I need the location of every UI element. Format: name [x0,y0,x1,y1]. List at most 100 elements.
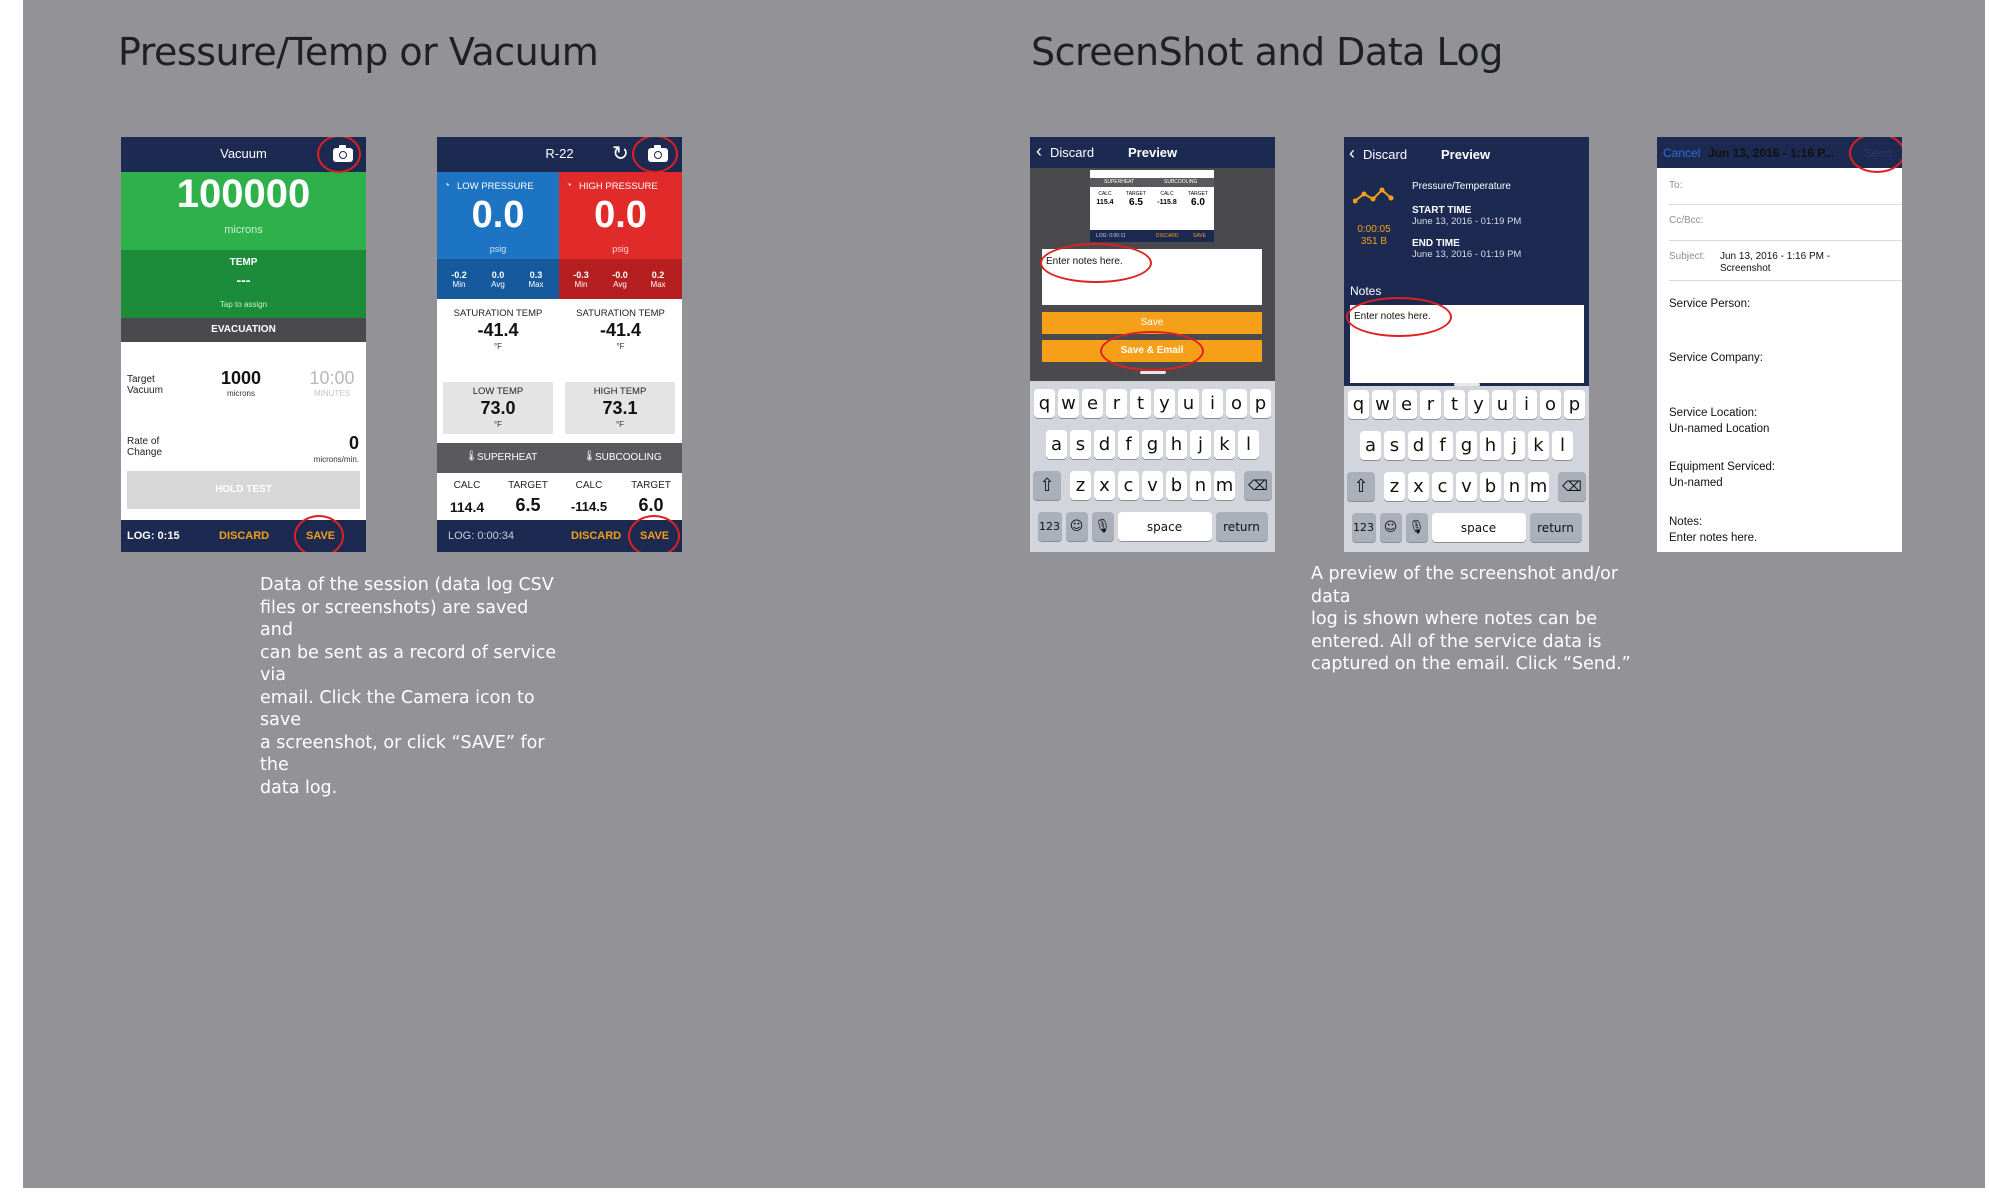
back-chevron-icon[interactable]: ‹ [1349,143,1355,164]
discard-button[interactable]: Discard [1050,145,1094,160]
space-key[interactable]: space [1431,513,1526,542]
key[interactable]: h [1480,431,1501,460]
high-temp-box[interactable]: HIGH TEMP 73.1 °F [565,382,675,434]
key[interactable]: p [1250,389,1271,418]
key[interactable]: t [1130,389,1151,418]
key[interactable]: d [1408,431,1429,460]
key[interactable]: z [1384,472,1405,501]
key[interactable]: c [1432,472,1453,501]
key[interactable]: a [1360,431,1381,460]
microphone-key-icon[interactable]: 🎙 [1091,512,1114,541]
discard-button[interactable]: DISCARD [571,530,621,542]
key[interactable]: f [1118,430,1139,459]
key[interactable]: s [1384,431,1405,460]
key[interactable]: l [1238,430,1259,459]
emoji-key-icon[interactable]: ☺ [1379,513,1402,542]
discard-button[interactable]: Discard [1363,147,1407,162]
target-vacuum-value[interactable]: 1000 [211,368,271,389]
notes-field[interactable]: Enter notes here. [1350,305,1584,383]
key[interactable]: v [1142,471,1163,500]
key[interactable]: n [1504,472,1525,501]
key[interactable]: w [1372,390,1393,419]
refrigerant-title[interactable]: R-22 [437,146,682,161]
key[interactable]: q [1034,389,1055,418]
key[interactable]: m [1528,472,1549,501]
low-pressure-label: LOW PRESSURE [457,181,534,192]
hold-test-button[interactable]: HOLD TEST [127,471,360,509]
key[interactable]: p [1564,390,1585,419]
key[interactable]: t [1444,390,1465,419]
microphone-key-icon[interactable]: 🎙 [1405,513,1428,542]
key[interactable]: g [1456,431,1477,460]
drag-handle[interactable] [1140,371,1166,374]
subject-value[interactable]: Jun 13, 2016 - 1:16 PM - Screenshot [1720,251,1860,275]
key[interactable]: g [1142,430,1163,459]
key[interactable]: v [1456,472,1477,501]
discard-button[interactable]: DISCARD [219,530,269,542]
backspace-key-icon[interactable]: ⌫ [1558,472,1586,501]
timer-value[interactable]: 10:00 [301,368,363,389]
key[interactable]: k [1214,430,1235,459]
send-button[interactable]: Send [1864,146,1892,160]
temp-panel[interactable]: TEMP --- Tap to assign [121,250,366,318]
key[interactable]: k [1528,431,1549,460]
emoji-key-icon[interactable]: ☺ [1065,512,1088,541]
key[interactable]: o [1226,389,1247,418]
high-pressure-panel[interactable]: ◔ HIGH PRESSURE 0.0 psig [559,172,682,259]
key[interactable]: w [1058,389,1079,418]
key[interactable]: s [1070,430,1091,459]
key[interactable]: i [1516,390,1537,419]
camera-icon[interactable] [333,145,353,162]
notes-field[interactable]: Enter notes here. [1042,249,1262,305]
shift-key-icon[interactable]: ⇧ [1033,471,1061,500]
cc-field[interactable]: Cc/Bcc: [1669,215,1703,226]
numbers-key[interactable]: 123 [1037,512,1062,541]
key[interactable]: h [1166,430,1187,459]
key[interactable]: x [1408,472,1429,501]
key[interactable]: j [1504,431,1525,460]
key[interactable]: b [1166,471,1187,500]
key[interactable]: x [1094,471,1115,500]
key[interactable]: b [1480,472,1501,501]
space-key[interactable]: space [1117,512,1212,541]
key[interactable]: n [1190,471,1211,500]
to-field[interactable]: To: [1669,180,1682,191]
key[interactable]: r [1420,390,1441,419]
key[interactable]: j [1190,430,1211,459]
key[interactable]: f [1432,431,1453,460]
key[interactable]: z [1070,471,1091,500]
low-pressure-panel[interactable]: ◔ LOW PRESSURE 0.0 psig [437,172,559,259]
save-button[interactable]: SAVE [306,530,335,542]
key[interactable]: r [1106,389,1127,418]
key[interactable]: y [1154,389,1175,418]
key[interactable]: m [1214,471,1235,500]
key[interactable]: q [1348,390,1369,419]
back-chevron-icon[interactable]: ‹ [1036,141,1042,162]
key[interactable]: l [1552,431,1573,460]
sh-target-value[interactable]: 6.5 [498,495,558,516]
key[interactable]: o [1540,390,1561,419]
backspace-key-icon[interactable]: ⌫ [1244,471,1272,500]
key[interactable]: e [1396,390,1417,419]
key[interactable]: y [1468,390,1489,419]
return-key[interactable]: return [1215,512,1268,541]
key[interactable]: a [1046,430,1067,459]
save-button[interactable]: Save [1042,312,1262,334]
key[interactable]: c [1118,471,1139,500]
refresh-icon[interactable]: ↻ [612,141,629,166]
key[interactable]: e [1082,389,1103,418]
save-email-button[interactable]: Save & Email [1042,340,1262,362]
key[interactable]: d [1094,430,1115,459]
return-key[interactable]: return [1529,513,1582,542]
camera-icon[interactable] [648,145,668,162]
key[interactable]: u [1492,390,1513,419]
key[interactable]: i [1202,389,1223,418]
sc-target-value[interactable]: 6.0 [621,495,681,516]
cancel-button[interactable]: Cancel [1663,146,1700,160]
key[interactable]: u [1178,389,1199,418]
save-button[interactable]: SAVE [640,530,669,542]
sc-target-label: TARGET [631,480,671,491]
low-temp-box[interactable]: LOW TEMP 73.0 °F [443,382,553,434]
shift-key-icon[interactable]: ⇧ [1347,472,1375,501]
numbers-key[interactable]: 123 [1351,513,1376,542]
